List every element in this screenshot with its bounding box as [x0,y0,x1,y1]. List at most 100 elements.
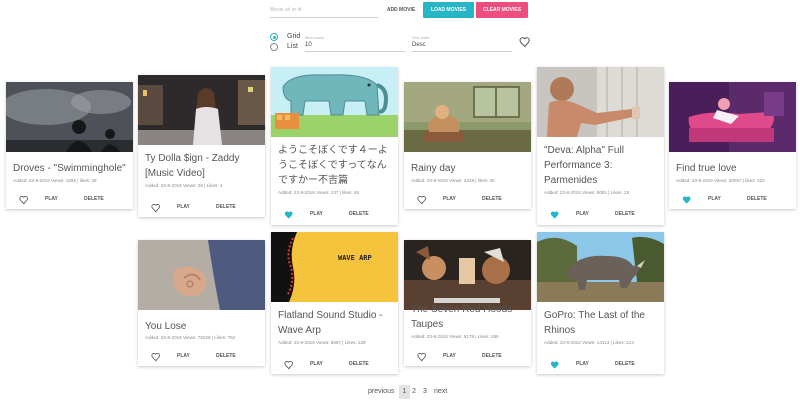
video-card: ようこそぼくです４ーようこそぼくですってなんですかー不吉篇 Added: 23-… [271,67,398,225]
thumbnail-image [537,232,664,302]
grid-label: Grid [287,33,301,40]
favorites-filter-heart-icon[interactable] [519,36,531,48]
favorite-heart-icon[interactable] [417,352,427,362]
video-meta: Added: 23-8-2016 Views: 28 | Likes: 4 [145,183,223,188]
video-card: Find true love Added: 23-8-2016 Views: 3… [669,82,796,209]
video-thumbnail[interactable] [669,82,796,152]
delete-button[interactable]: DELETE [747,196,767,202]
video-meta: Added: 23-8-2016 Views: 8081 | Likes: 25 [544,190,630,195]
thumbnail-image [404,82,531,152]
favorite-heart-icon[interactable] [151,352,161,362]
pagination-page-2[interactable]: 2 [412,388,416,395]
thumbnail-image [138,75,265,145]
video-thumbnail[interactable] [404,240,531,310]
video-thumbnail[interactable] [537,232,664,302]
video-title: Rainy day [411,163,456,174]
video-card: GoPro: The Last of the Rhinos Added: 23-… [537,232,664,374]
play-button[interactable]: PLAY [708,196,721,202]
video-card: Ty Dolla $ign - Zaddy [Music Video] Adde… [138,75,265,217]
card-actions: PLAY DELETE [404,350,531,364]
play-button[interactable]: PLAY [310,211,323,217]
delete-button[interactable]: DELETE [482,353,502,359]
card-actions: PLAY DELETE [404,193,531,207]
thumbnail-image [271,67,398,137]
card-actions: PLAY DELETE [537,208,664,222]
add-movie-button[interactable]: ADD MOVIE [380,3,422,17]
pagination-next[interactable]: next [434,388,447,395]
list-label: List [287,43,298,50]
play-button[interactable]: PLAY [177,204,190,210]
video-meta: Added: 23-8-2016 Views: 8667 | Likes: 22… [278,340,366,345]
favorite-heart-icon[interactable] [682,195,692,205]
video-thumbnail[interactable] [138,240,265,310]
video-meta: Added: 23-8-2016 Views: 14113 | Likes: 2… [544,340,634,345]
item-count-input[interactable]: 10 [305,41,405,52]
video-meta: Added: 23-8-2016 Views: 5179 | Likes: 36… [411,334,499,339]
card-actions: PLAY DELETE [271,358,398,372]
favorite-heart-icon[interactable] [19,195,29,205]
play-button[interactable]: PLAY [576,211,589,217]
delete-button[interactable]: DELETE [615,361,635,367]
card-actions: PLAY DELETE [138,350,265,364]
video-thumbnail[interactable]: WAVE ARP [271,232,398,302]
play-button[interactable]: PLAY [443,353,456,359]
card-actions: PLAY DELETE [138,201,265,215]
video-meta: Added: 23-8-2016 Views: 1695 | likes: 26 [13,178,97,183]
play-button[interactable]: PLAY [443,196,456,202]
delete-button[interactable]: DELETE [84,196,104,202]
thumbnail-image [537,67,664,137]
card-actions: PLAY DELETE [537,358,664,372]
video-title: Droves - "Swimminghole" [13,163,126,174]
card-actions: PLAY DELETE [271,208,398,222]
thumbnail-image [669,82,796,152]
video-meta: Added: 23-8-2016 Views: 75026 | Likes: 7… [145,335,236,340]
video-title: "Deva: Alpha" Full Performance 3: Parmen… [544,145,624,186]
play-button[interactable]: PLAY [177,353,190,359]
video-thumbnail[interactable] [404,82,531,152]
thumbnail-image [404,240,531,310]
favorite-heart-icon[interactable] [550,360,560,370]
video-title: You Lose [145,321,187,332]
video-card: The Seven Red Hoods - Taupes Added: 23-8… [404,240,531,366]
favorite-heart-icon[interactable] [151,203,161,213]
play-button[interactable]: PLAY [45,196,58,202]
movie-url-input[interactable] [270,3,378,18]
delete-button[interactable]: DELETE [216,353,236,359]
delete-button[interactable]: DELETE [615,211,635,217]
video-card: WAVE ARP Flatland Sound Studio - Wave Ar… [271,232,398,374]
play-button[interactable]: PLAY [310,361,323,367]
video-thumbnail[interactable] [271,67,398,137]
video-meta: Added: 23-8-2016 Views: 2229 | likes: 30 [411,178,495,183]
pagination-page-3[interactable]: 3 [423,388,427,395]
sort-order-select[interactable]: Desc [412,41,512,52]
grid-radio[interactable] [270,33,278,41]
clear-movies-button[interactable]: CLEAR MOVIES [476,2,528,18]
video-thumbnail[interactable] [138,75,265,145]
pagination-previous[interactable]: previous [368,388,394,395]
delete-button[interactable]: DELETE [216,204,236,210]
favorite-heart-icon[interactable] [284,360,294,370]
favorite-heart-icon[interactable] [550,210,560,220]
favorite-heart-icon[interactable] [417,195,427,205]
delete-button[interactable]: DELETE [349,361,369,367]
video-title: Ty Dolla $ign - Zaddy [Music Video] [145,153,240,179]
video-title: GoPro: The Last of the Rhinos [544,310,645,336]
video-card: You Lose Added: 23-8-2016 Views: 75026 |… [138,240,265,366]
delete-button[interactable]: DELETE [349,211,369,217]
pagination-page-1[interactable]: 1 [399,385,410,399]
video-meta: Added: 23-8-2016 Views: 30057 | likes: 3… [676,178,765,183]
video-title: Find true love [676,163,737,174]
list-radio[interactable] [270,43,278,51]
favorite-heart-icon[interactable] [284,210,294,220]
video-thumbnail[interactable] [6,82,133,152]
video-meta: Added: 23-8-2016 Views: 137 | likes: 46 [278,190,360,195]
load-movies-button[interactable]: LOAD MOVIES [423,2,474,18]
thumbnail-image [6,82,133,152]
video-card: "Deva: Alpha" Full Performance 3: Parmen… [537,67,664,225]
video-thumbnail[interactable] [537,67,664,137]
delete-button[interactable]: DELETE [482,196,502,202]
thumbnail-image [138,240,265,310]
play-button[interactable]: PLAY [576,361,589,367]
card-actions: PLAY DELETE [6,193,133,207]
item-count-label: Item count [305,35,324,40]
